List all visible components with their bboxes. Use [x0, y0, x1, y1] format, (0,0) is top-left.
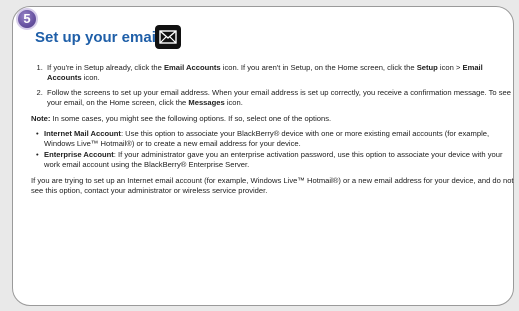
step-item: Follow the screens to set up your email …: [45, 88, 519, 108]
option-item: Internet Mail Account: Use this option t…: [36, 129, 519, 149]
account-options-list: Internet Mail Account: Use this option t…: [31, 129, 519, 170]
setup-steps-list: If you're in Setup already, click the Em…: [31, 63, 519, 108]
step-item: If you're in Setup already, click the Em…: [45, 63, 519, 83]
page-title: Set up your email: [35, 29, 161, 46]
final-paragraph: If you are trying to set up an Internet …: [31, 176, 514, 195]
email-envelope-icon: [155, 25, 181, 49]
option-item: Enterprise Account: If your administrato…: [36, 150, 519, 170]
note-paragraph: Note: In some cases, you might see the f…: [31, 114, 332, 123]
step-number-badge: 5: [16, 8, 38, 30]
instruction-card: 5 Set up your email If you're in Setup a…: [12, 6, 514, 306]
instructions-body: If you're in Setup already, click the Em…: [31, 63, 519, 204]
